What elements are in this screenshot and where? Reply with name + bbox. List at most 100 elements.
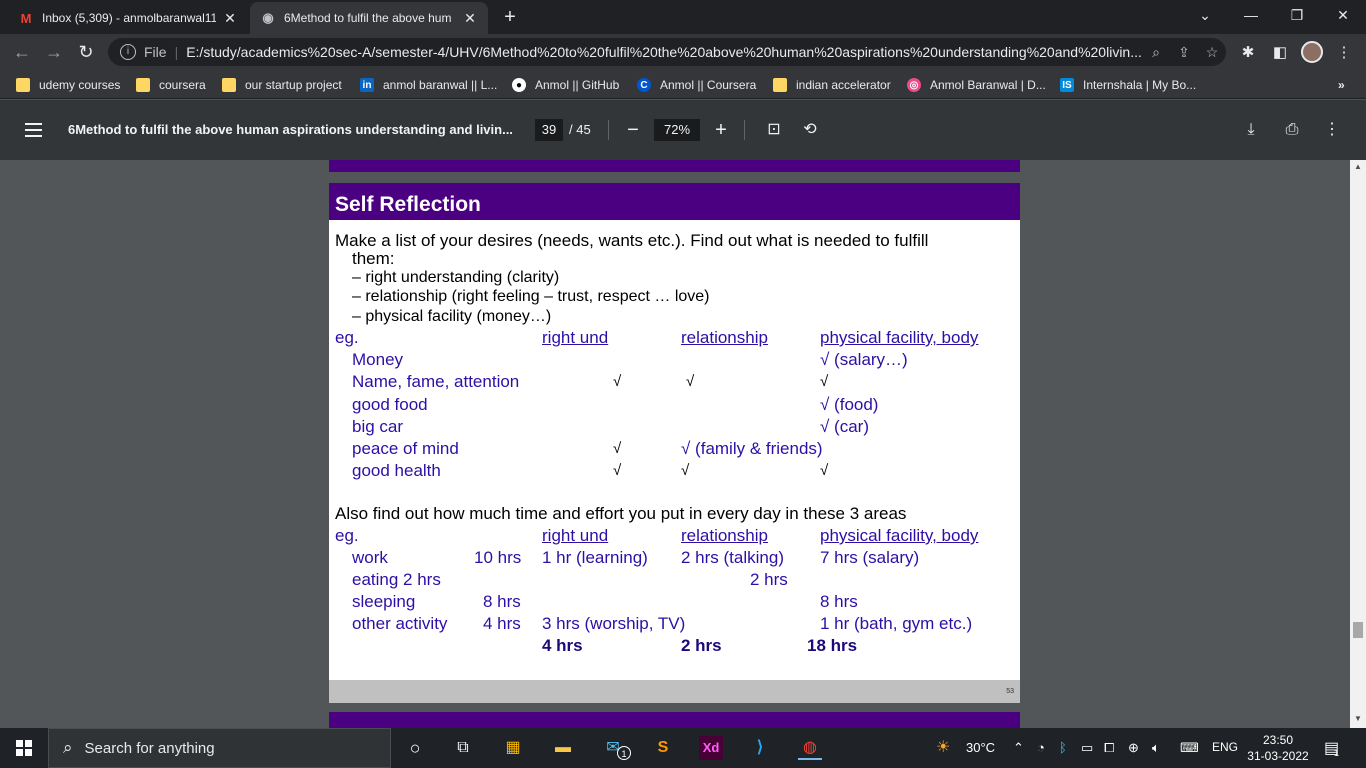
column-header-right-und: right und	[542, 328, 609, 347]
forward-button[interactable]: →	[40, 38, 68, 66]
mail-badge: 1	[617, 746, 631, 760]
bookmark-label: Anmol || Coursera	[660, 78, 757, 92]
download-icon[interactable]: ⤓	[1241, 120, 1261, 140]
sublime-text-icon[interactable]: S	[651, 736, 675, 760]
system-clock[interactable]: 23:50 31-03-2022	[1246, 732, 1310, 764]
url-text[interactable]: E:/study/academics%20sec-A/semester-4/UH…	[186, 44, 1142, 60]
bluetooth-icon[interactable]: ᛒ	[1059, 740, 1067, 755]
activity-hours: 10 hrs	[474, 548, 522, 567]
close-tab-icon[interactable]: ✕	[222, 10, 238, 27]
minimize-button[interactable]: —	[1228, 0, 1274, 30]
github-icon: ●	[512, 78, 526, 92]
adobe-xd-icon[interactable]: Xd	[699, 736, 723, 760]
bookmark-label: indian accelerator	[796, 78, 891, 92]
menu-hamburger-icon[interactable]	[25, 123, 42, 137]
keyboard-icon[interactable]: ⌨	[1180, 740, 1199, 756]
previous-page	[329, 160, 1020, 172]
rotate-icon[interactable]: ⟲	[800, 120, 820, 140]
zoom-out-button[interactable]: −	[622, 117, 644, 143]
physical-value: √ (salary…)	[820, 350, 908, 369]
weather-temp[interactable]: 30°C	[966, 740, 995, 755]
bookmark-label: anmol baranwal || L...	[383, 78, 498, 92]
need-item: – right understanding (clarity)	[352, 269, 560, 286]
page-number-input[interactable]: 39	[535, 119, 563, 141]
fit-page-icon[interactable]: ⊡	[764, 120, 784, 140]
store-icon[interactable]: ▦	[501, 736, 525, 760]
network-icon[interactable]: ⊕	[1128, 740, 1139, 756]
physical-value: √ (food)	[820, 395, 879, 414]
bookmark-dribbble[interactable]: ◎ Anmol Baranwal | D...	[907, 76, 1046, 94]
time-intro-text: Also find out how much time and effort y…	[335, 504, 907, 523]
battery-icon[interactable]: ▭	[1081, 740, 1093, 756]
info-icon[interactable]: i	[120, 44, 136, 60]
more-actions-icon[interactable]: ⋮	[1322, 120, 1342, 140]
eg-label: eg.	[335, 328, 359, 347]
print-icon[interactable]: ⎙	[1282, 120, 1302, 140]
task-view-icon[interactable]: ⧉	[451, 736, 475, 760]
bookmark-internshala[interactable]: IS Internshala | My Bo...	[1060, 76, 1196, 94]
linkedin-icon: in	[360, 78, 374, 92]
internshala-icon: IS	[1060, 78, 1074, 92]
volume-icon[interactable]: 🔈︎	[1152, 740, 1160, 756]
chrome-icon[interactable]: ◍	[798, 736, 822, 760]
bookmark-coursera-profile[interactable]: C Anmol || Coursera	[637, 76, 756, 94]
cortana-icon[interactable]: ○	[403, 736, 427, 760]
folder-icon	[136, 78, 150, 92]
desire-name: peace of mind	[352, 439, 459, 458]
language-indicator[interactable]: ENG	[1212, 740, 1238, 754]
file-explorer-icon[interactable]: ▬	[551, 736, 575, 760]
tab-title: Inbox (5,309) - anmolbaranwal11	[42, 11, 216, 25]
right-und-check: √	[613, 440, 622, 457]
scrollbar-thumb[interactable]	[1353, 622, 1363, 638]
bookmark-udemy-courses[interactable]: udemy courses	[16, 76, 120, 94]
folder-icon	[16, 78, 30, 92]
device-icon[interactable]: ⧠	[1104, 740, 1114, 756]
taskbar-search[interactable]: ⌕ Search for anything	[48, 728, 391, 768]
show-hidden-icons-icon[interactable]: ⌃	[1013, 740, 1024, 756]
zoom-in-button[interactable]: +	[710, 117, 732, 143]
activity-hours: 4 hrs	[483, 614, 521, 633]
eg-label: eg.	[335, 526, 359, 545]
pdf-viewer[interactable]: Self Reflection Make a list of your desi…	[0, 160, 1366, 728]
tab-gmail-inbox[interactable]: M Inbox (5,309) - anmolbaranwal11 ✕	[8, 2, 248, 34]
need-item: – relationship (right feeling – trust, r…	[352, 288, 710, 305]
close-window-button[interactable]: ✕	[1320, 0, 1366, 30]
zoom-icon[interactable]: ⌕	[1142, 44, 1170, 61]
bookmark-linkedin[interactable]: in anmol baranwal || L...	[360, 76, 497, 94]
desire-name: good food	[352, 395, 428, 414]
bookmark-coursera[interactable]: coursera	[136, 76, 206, 94]
scroll-up-icon[interactable]: ▲	[1353, 162, 1363, 171]
vertical-scrollbar[interactable]: ▲ ▼	[1350, 160, 1366, 728]
reload-button[interactable]: ↻	[72, 38, 100, 66]
new-tab-button[interactable]: +	[498, 6, 522, 28]
desire-name: good health	[352, 461, 441, 480]
zoom-level-input[interactable]: 72%	[654, 119, 700, 141]
onedrive-icon[interactable]: ◔	[1037, 740, 1045, 755]
total-relationship: 2 hrs	[681, 636, 722, 655]
coursera-icon: C	[637, 78, 651, 92]
restore-button[interactable]: ❐	[1274, 0, 1320, 30]
bookmark-github[interactable]: ● Anmol || GitHub	[512, 76, 619, 94]
scroll-down-icon[interactable]: ▼	[1353, 714, 1363, 723]
relationship-value: √ (family & friends)	[681, 439, 823, 458]
relationship-check: √	[681, 462, 690, 479]
windows-start-icon[interactable]	[16, 740, 32, 756]
share-icon[interactable]: ⇪	[1170, 44, 1198, 61]
extensions-icon[interactable]: ✱	[1237, 43, 1259, 61]
back-button[interactable]: ←	[8, 38, 36, 66]
vscode-icon[interactable]: ⟩	[748, 736, 772, 760]
address-bar[interactable]: i File | E:/study/academics%20sec-A/seme…	[108, 38, 1226, 66]
bookmarks-overflow-button[interactable]: »	[1338, 76, 1345, 94]
column-header-physical: physical facility, body	[820, 526, 979, 545]
bookmark-star-icon[interactable]: ☆	[1198, 44, 1226, 61]
bookmark-indian-accelerator[interactable]: indian accelerator	[773, 76, 891, 94]
column-header-relationship: relationship	[681, 526, 768, 545]
side-panel-icon[interactable]: ◧	[1269, 43, 1291, 61]
weather-icon[interactable]: ☀	[936, 737, 950, 757]
avatar[interactable]	[1301, 41, 1323, 63]
menu-kebab-icon[interactable]: ⋮	[1333, 43, 1355, 61]
bookmark-startup-project[interactable]: our startup project	[222, 76, 342, 94]
tab-search-icon[interactable]: ⌄	[1182, 0, 1228, 30]
close-tab-icon[interactable]: ✕	[462, 10, 478, 27]
tab-pdf-document[interactable]: ◉ 6Method to fulfil the above hum ✕	[250, 2, 488, 34]
